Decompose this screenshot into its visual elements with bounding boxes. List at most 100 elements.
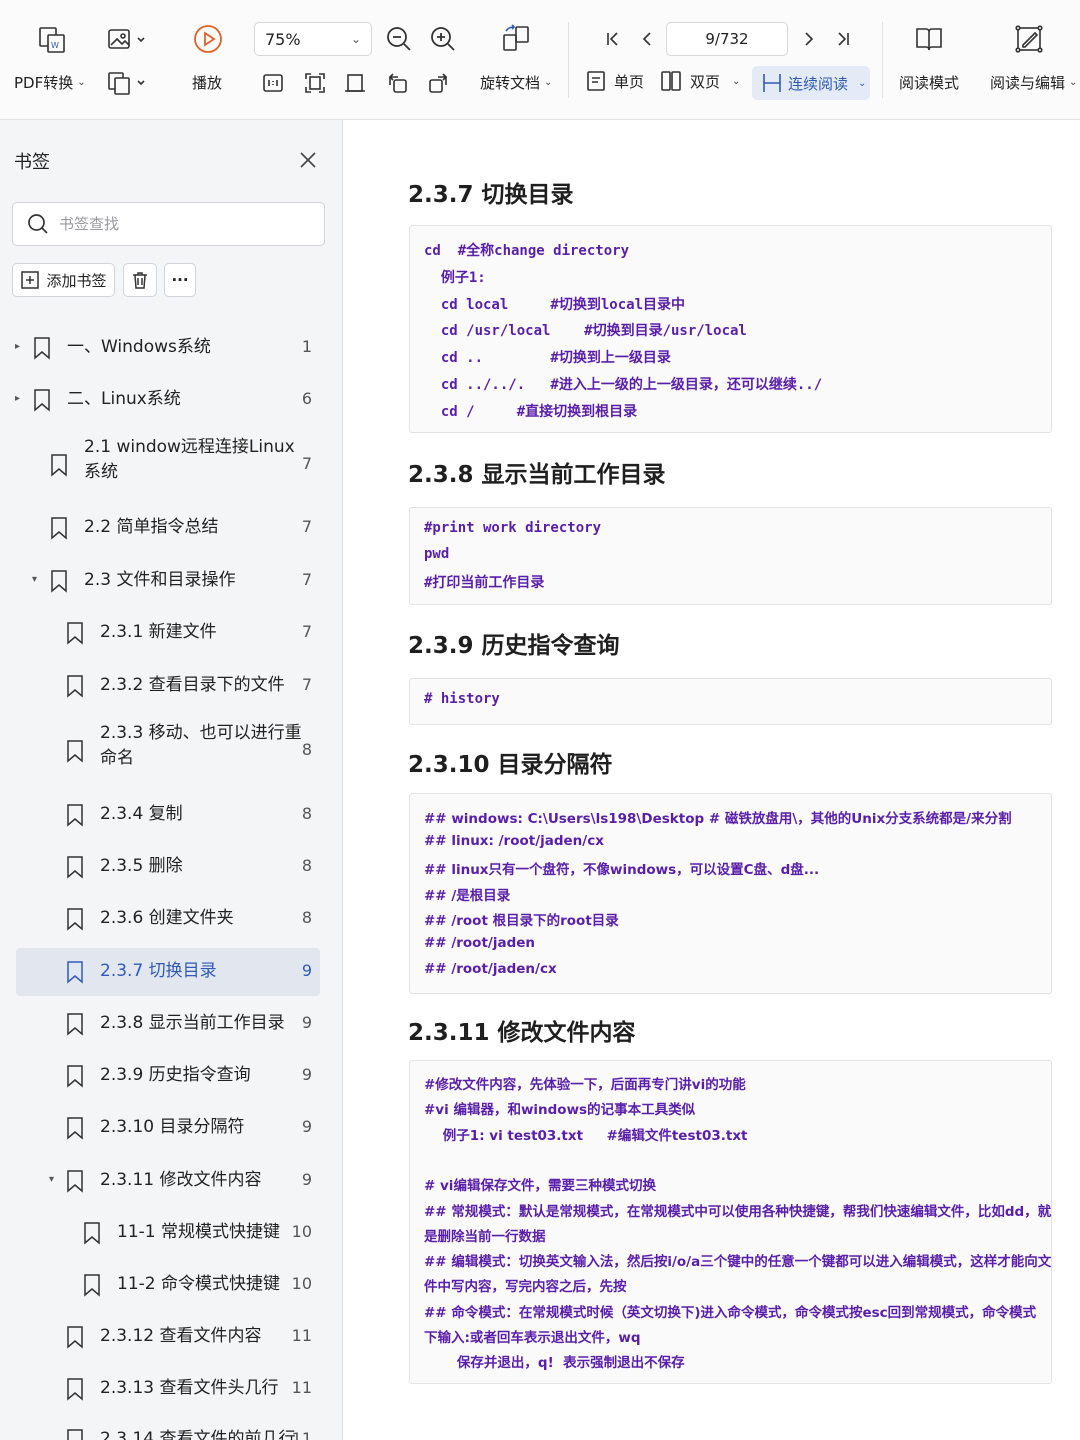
add-bookmark-button[interactable]: 添加书签 — [12, 263, 115, 297]
bookmark-item[interactable]: 2.3.14 查看文件的前几行 11 — [0, 1420, 342, 1440]
close-icon[interactable] — [298, 150, 318, 174]
code-line: cd ../../. #进入上一级的上一级目录，还可以继续../ — [424, 377, 823, 393]
bookmark-item[interactable]: 2.3.2 查看目录下的文件 7 — [0, 666, 342, 706]
double-page-icon — [661, 71, 681, 91]
bookmark-item[interactable]: ▾ 2.3.11 修改文件内容 9 — [0, 1161, 342, 1201]
panel-title: 书签 — [14, 152, 50, 173]
expand-arrow-icon[interactable]: ▾ — [32, 574, 37, 585]
bookmark-item[interactable]: 2.3.6 创建文件夹 8 — [0, 899, 342, 939]
bookmark-icon — [67, 1065, 83, 1088]
code-line: pwd — [424, 545, 450, 562]
expand-arrow-icon[interactable]: ▾ — [49, 1174, 54, 1185]
read-mode-icon[interactable] — [912, 22, 946, 56]
bookmark-page-number: 8 — [301, 804, 312, 823]
fit-page-icon[interactable] — [302, 70, 328, 96]
bookmark-label: 2.3.13 查看文件头几行 — [100, 1376, 278, 1401]
continuous-read-button[interactable]: 连续阅读 ⌄ — [752, 66, 870, 100]
bookmark-page-number: 7 — [301, 517, 312, 536]
bookmark-label: 2.3.2 查看目录下的文件 — [100, 673, 285, 698]
bookmark-label: 二、Linux系统 — [67, 387, 181, 412]
section-heading: 2.3.10 目录分隔符 — [408, 752, 613, 778]
bookmark-item[interactable]: 2.1 window远程连接Linux 系统 7 — [0, 432, 342, 498]
bookmark-item[interactable]: 2.3.10 目录分隔符 9 — [0, 1108, 342, 1148]
bookmark-search-input[interactable] — [59, 215, 299, 233]
more-options-button[interactable]: ··· — [164, 263, 196, 297]
play-button[interactable]: 播放 — [192, 72, 222, 93]
rotate-right-icon[interactable] — [426, 70, 452, 96]
prev-page-icon[interactable] — [634, 26, 660, 52]
bookmark-page-number: 9 — [301, 1117, 312, 1136]
image-icon[interactable] — [106, 26, 146, 54]
bookmark-item[interactable]: 2.3.5 删除 8 — [0, 847, 342, 887]
bookmark-item[interactable]: 2.3.7 切换目录 9 — [0, 948, 342, 996]
next-page-icon[interactable] — [796, 26, 822, 52]
extract-icon[interactable] — [106, 68, 146, 98]
rotate-doc-icon[interactable] — [500, 22, 532, 56]
bookmark-label: 2.3.3 移动、也可以进行重 命名 — [100, 721, 302, 771]
play-icon[interactable] — [192, 22, 224, 56]
bookmark-page-number: 11 — [291, 1429, 312, 1440]
single-page-button[interactable]: 单页 — [586, 70, 644, 92]
bookmark-item[interactable]: ▸ 二、Linux系统 6 — [0, 380, 342, 420]
bookmark-label-line: 2.3.9 历史指令查询 — [100, 1065, 251, 1085]
read-edit-icon[interactable] — [1012, 22, 1046, 56]
fit-width-icon[interactable] — [342, 70, 368, 96]
bookmark-page-number: 8 — [301, 908, 312, 927]
zoom-select[interactable]: 75% ⌄ — [254, 22, 372, 56]
rotate-left-icon[interactable] — [384, 70, 410, 96]
actual-size-icon[interactable] — [260, 70, 286, 96]
code-line: ## linux只有一个盘符，不像windows，可以设置C盘、d盘... — [424, 862, 820, 879]
bookmark-search-box — [12, 202, 325, 246]
section-heading: 2.3.7 切换目录 — [408, 182, 574, 208]
bookmark-item[interactable]: 2.3.3 移动、也可以进行重 命名 8 — [0, 718, 342, 784]
read-edit-button[interactable]: 阅读与编辑 ⌄ — [990, 72, 1077, 93]
bookmark-icon — [67, 961, 83, 984]
bookmark-item[interactable]: ▾ 2.3 文件和目录操作 7 — [0, 561, 342, 601]
collapse-arrow-icon[interactable]: ▸ — [15, 341, 20, 352]
bookmark-item[interactable]: 2.3.1 新建文件 7 — [0, 613, 342, 653]
code-line: cd #全称change directory — [424, 243, 630, 259]
rotate-doc-button[interactable]: 旋转文档 ⌄ — [480, 72, 552, 93]
bookmark-page-number: 7 — [301, 675, 312, 694]
code-line: #打印当前工作目录 — [424, 574, 545, 591]
code-line: 例子1: — [424, 269, 486, 286]
bookmark-item[interactable]: 11-1 常规模式快捷键 10 — [0, 1213, 342, 1253]
bookmark-icon — [67, 1170, 83, 1193]
bookmark-item[interactable]: 2.3.4 复制 8 — [0, 795, 342, 835]
bookmark-label-line: 2.3.6 创建文件夹 — [100, 908, 234, 928]
delete-bookmark-button[interactable] — [123, 263, 157, 297]
double-page-button[interactable]: 双页 ⌄ — [660, 70, 740, 92]
bookmark-page-number: 7 — [301, 570, 312, 589]
bookmark-label: 2.3.7 切换目录 — [100, 959, 217, 984]
bookmark-item[interactable]: 11-2 命令模式快捷键 10 — [0, 1265, 342, 1305]
zoom-out-icon[interactable] — [384, 24, 414, 54]
first-page-icon[interactable] — [600, 26, 626, 52]
zoom-value: 75% — [265, 29, 301, 49]
bookmark-label: 2.3.11 修改文件内容 — [100, 1168, 261, 1193]
bookmark-label-line: 11-1 常规模式快捷键 — [117, 1222, 280, 1242]
collapse-arrow-icon[interactable]: ▸ — [15, 393, 20, 404]
last-page-icon[interactable] — [830, 26, 856, 52]
pdf-convert-icon[interactable]: W — [36, 24, 68, 56]
bookmark-label-line: 2.3.11 修改文件内容 — [100, 1170, 262, 1190]
bookmark-item[interactable]: 2.3.8 显示当前工作目录 9 — [0, 1004, 342, 1044]
bookmark-label-line: 一、Windows系统 — [67, 337, 211, 357]
bookmark-item[interactable]: 2.3.9 历史指令查询 9 — [0, 1056, 342, 1096]
page-number-input[interactable]: 9/732 — [666, 22, 788, 56]
bookmark-item[interactable]: 2.2 简单指令总结 7 — [0, 508, 342, 548]
bookmark-label-line: 2.3.2 查看目录下的文件 — [100, 675, 285, 695]
code-line: ## 常规模式：默认是常规模式，在常规模式中可以使用各种快捷键，帮我们快速编辑文… — [424, 1203, 1052, 1220]
code-block: cd #全称change directory 例子1: cd local #切换… — [409, 225, 1052, 433]
section-heading: 2.3.11 修改文件内容 — [408, 1020, 636, 1046]
bookmark-label-line: 2.3.3 移动、也可以进行重 — [100, 723, 302, 743]
zoom-in-icon[interactable] — [428, 24, 458, 54]
pdf-convert-button[interactable]: PDF转换 ⌄ — [14, 72, 86, 93]
bookmark-label-line: 2.3 文件和目录操作 — [84, 570, 236, 590]
bookmark-page-number: 11 — [291, 1378, 312, 1397]
bookmark-item[interactable]: 2.3.12 查看文件内容 11 — [0, 1317, 342, 1357]
read-mode-button[interactable]: 阅读模式 — [899, 72, 959, 93]
code-line: ## linux: /root/jaden/cx — [424, 832, 604, 849]
bookmark-item[interactable]: ▸ 一、Windows系统 1 — [0, 328, 342, 368]
bookmark-label-line: 系统 — [84, 462, 118, 482]
bookmark-item[interactable]: 2.3.13 查看文件头几行 11 — [0, 1369, 342, 1409]
